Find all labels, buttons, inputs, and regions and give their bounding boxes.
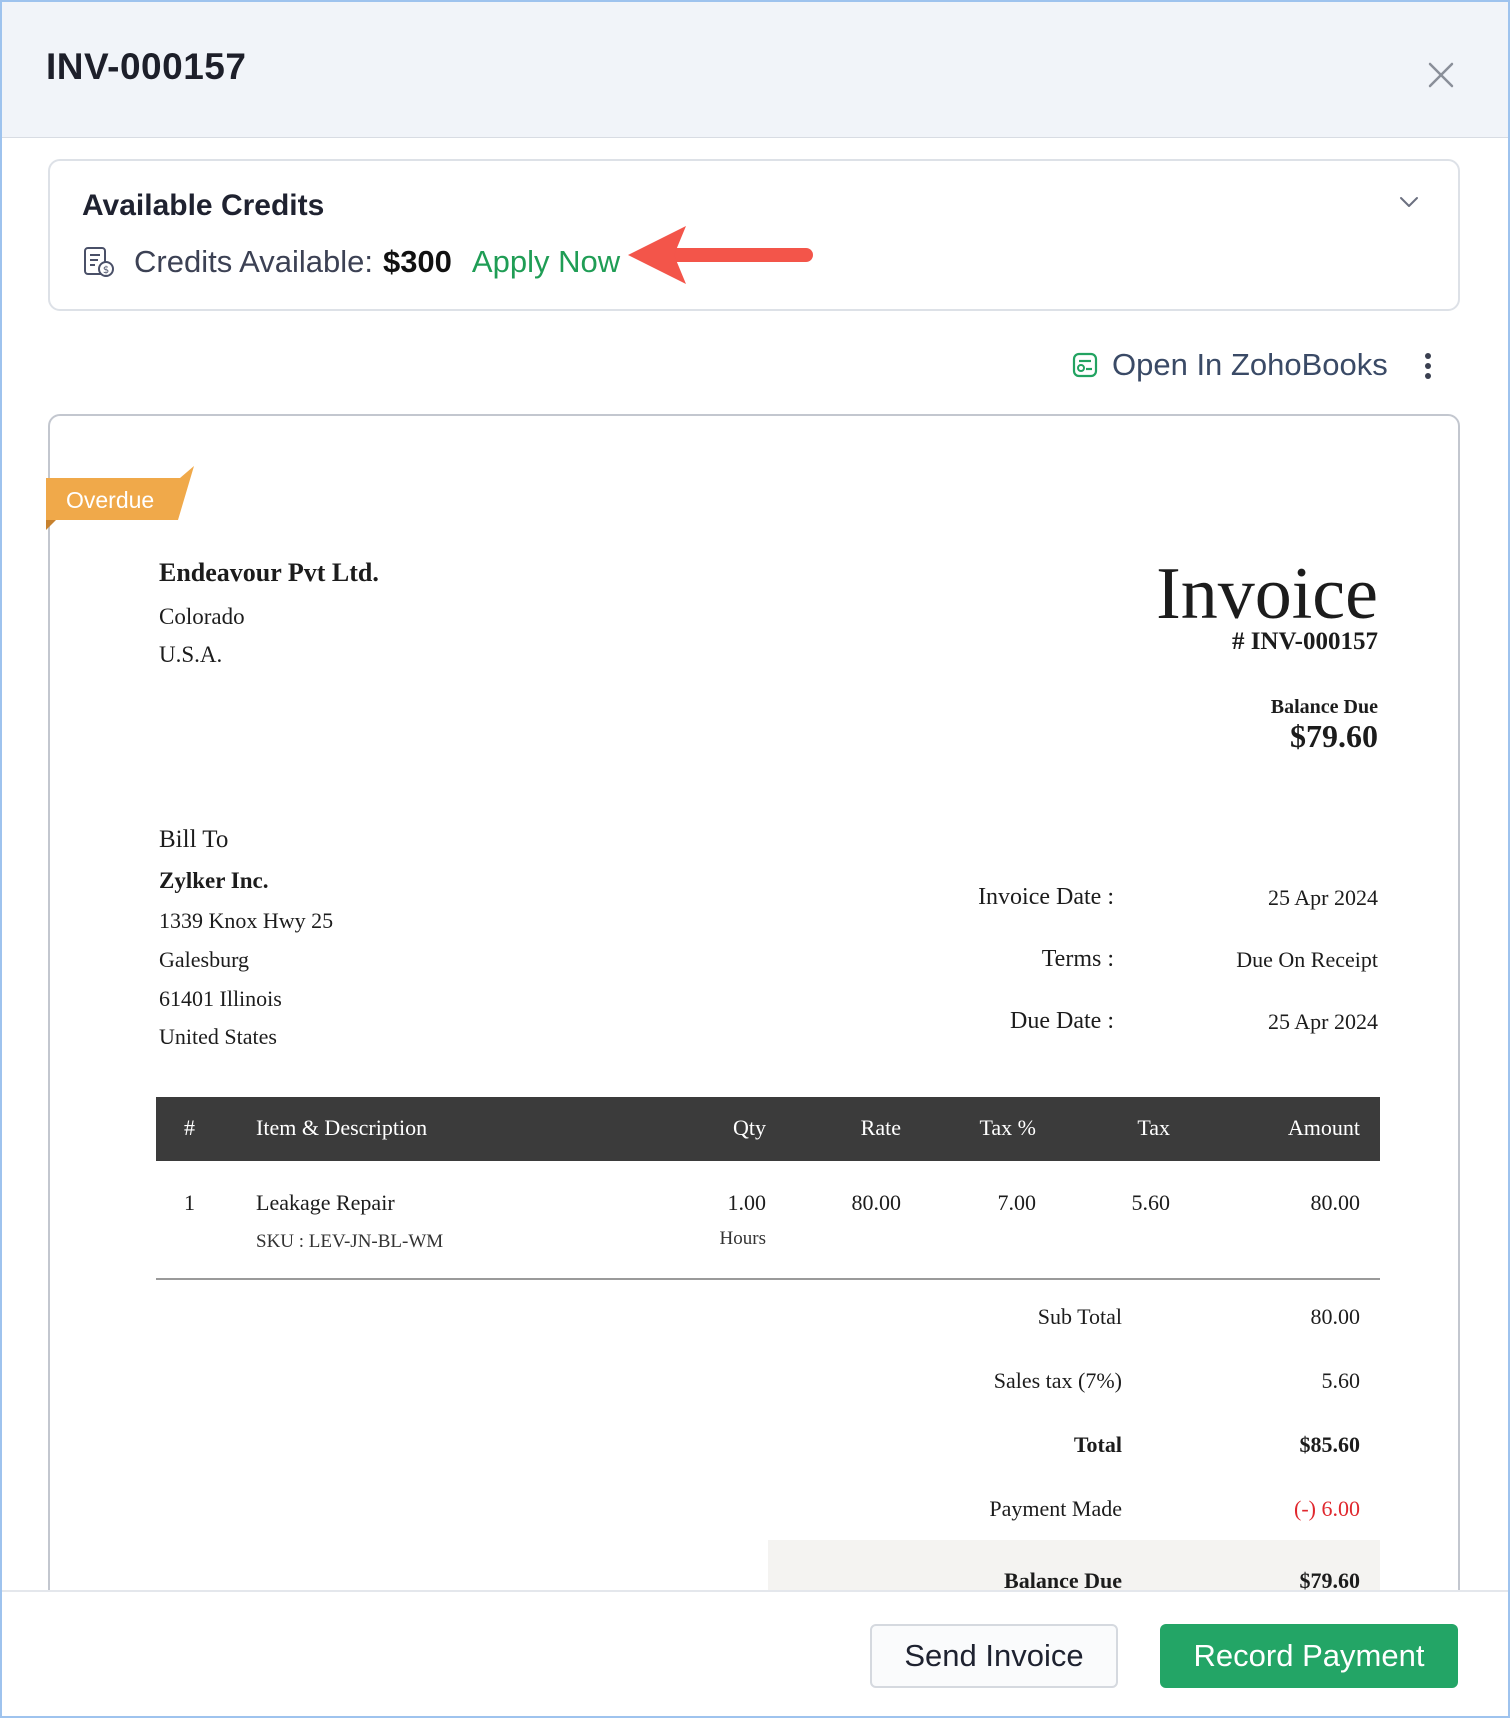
row-number: 1	[184, 1190, 195, 1215]
annotation-arrow-icon	[628, 226, 813, 284]
invoice-date-label: Invoice Date :	[978, 884, 1114, 910]
chevron-down-icon[interactable]	[1397, 190, 1421, 214]
credits-row: $ Credits Available: $300 Apply Now	[82, 241, 620, 283]
balance-due-label: Balance Due	[1270, 696, 1378, 718]
terms-label: Terms :	[1041, 946, 1114, 972]
bill-to-label: Bill To	[159, 826, 229, 853]
item-amount: 80.00	[1310, 1190, 1361, 1215]
svg-text:$: $	[103, 265, 109, 276]
credits-receipt-icon: $	[84, 247, 114, 277]
payment-made-value: (-) 6.00	[1294, 1496, 1360, 1521]
column-header-qty: Qty	[733, 1115, 766, 1140]
bill-to-address-line: Galesburg	[159, 947, 250, 972]
invoice-heading: Invoice	[1156, 553, 1378, 635]
item-qty-unit: Hours	[719, 1228, 766, 1249]
invoice-number: # INV-000157	[1231, 628, 1378, 655]
invoice-modal: INV-000157 Available Credits $ Credits A…	[0, 0, 1510, 1718]
credits-amount: $300	[382, 244, 452, 279]
bill-to-address-line: 1339 Knox Hwy 25	[159, 908, 334, 933]
bill-to-address-line: 61401 Illinois	[159, 986, 282, 1011]
credits-title: Available Credits	[82, 189, 325, 222]
kebab-menu-icon[interactable]	[1416, 350, 1440, 382]
subtotal-label: Sub Total	[1037, 1304, 1122, 1329]
invoice-date-value: 25 Apr 2024	[1268, 885, 1378, 910]
item-name: Leakage Repair	[256, 1190, 395, 1215]
due-date-label: Due Date :	[1010, 1008, 1114, 1034]
item-sku: SKU : LEV-JN-BL-WM	[256, 1231, 444, 1252]
table-divider	[156, 1278, 1380, 1280]
bill-to-name: Zylker Inc.	[159, 868, 269, 893]
bill-to-address-line: United States	[159, 1024, 277, 1049]
due-date-value: 25 Apr 2024	[1268, 1009, 1378, 1034]
credits-available-label: Credits Available:	[134, 244, 373, 279]
subtotal-value: 80.00	[1310, 1304, 1361, 1329]
org-address-line: Colorado	[159, 604, 245, 629]
org-name: Endeavour Pvt Ltd.	[159, 558, 379, 587]
item-rate: 80.00	[851, 1190, 902, 1215]
balance-due-value: $79.60	[1290, 718, 1378, 754]
column-header-number: #	[184, 1115, 195, 1140]
column-header-tax-pct: Tax %	[979, 1115, 1037, 1140]
sales-tax-label: Sales tax (7%)	[993, 1368, 1122, 1393]
apply-now-link[interactable]: Apply Now	[472, 244, 620, 280]
open-in-zohobooks-link[interactable]: Open In ZohoBooks	[1072, 342, 1388, 388]
column-header-tax: Tax	[1137, 1115, 1170, 1140]
status-badge: Overdue	[66, 487, 155, 513]
open-in-zohobooks-label: Open In ZohoBooks	[1112, 347, 1388, 382]
record-payment-button[interactable]: Record Payment	[1160, 1624, 1458, 1688]
item-qty: 1.00	[727, 1190, 767, 1215]
column-header-rate: Rate	[860, 1115, 901, 1140]
terms-value: Due On Receipt	[1236, 947, 1378, 972]
sales-tax-value: 5.60	[1321, 1368, 1361, 1393]
item-tax: 5.60	[1131, 1190, 1171, 1215]
items-table-header: # Item & Description Qty Rate Tax % Tax …	[156, 1097, 1380, 1161]
column-header-amount: Amount	[1287, 1115, 1360, 1140]
modal-title: INV-000157	[46, 46, 247, 87]
column-header-item: Item & Description	[256, 1115, 428, 1140]
close-icon[interactable]	[1420, 54, 1460, 94]
total-label: Total	[1073, 1432, 1122, 1457]
org-address-line: U.S.A.	[159, 642, 223, 667]
send-invoice-button[interactable]: Send Invoice	[870, 1624, 1118, 1688]
zohobooks-icon	[1072, 352, 1098, 378]
total-value: $85.60	[1299, 1432, 1361, 1457]
payment-made-label: Payment Made	[989, 1496, 1122, 1521]
modal-header: INV-000157	[2, 2, 1508, 138]
item-tax-pct: 7.00	[997, 1190, 1037, 1215]
